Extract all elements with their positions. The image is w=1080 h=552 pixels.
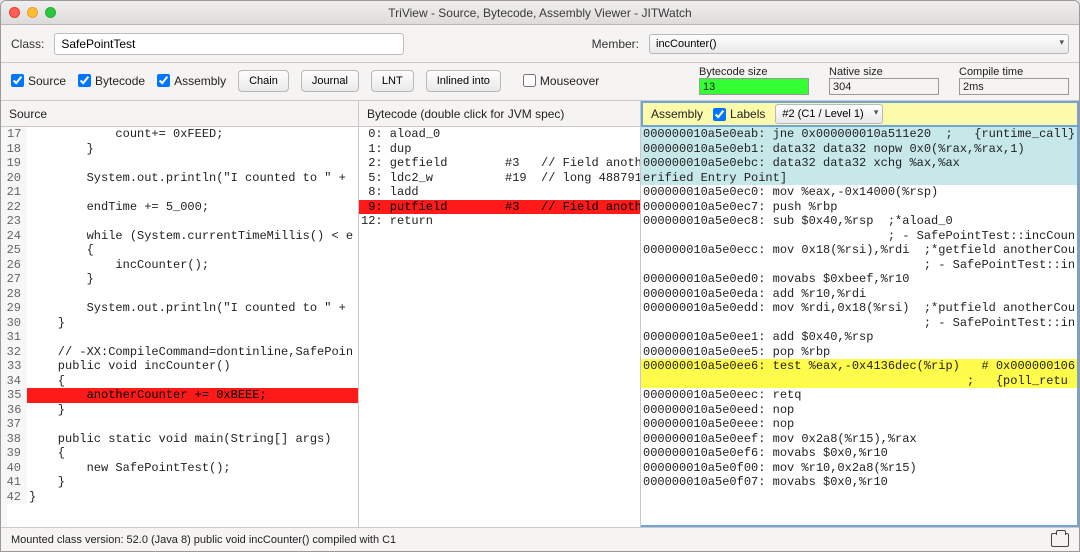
- code-line[interactable]: 000000010a5e0f07: movabs $0x0,%r10: [641, 475, 1077, 490]
- bytecode-size-label: Bytecode size: [699, 66, 809, 78]
- bytecode-checkbox[interactable]: Bytecode: [78, 74, 145, 88]
- source-pane-header: Source: [1, 101, 358, 127]
- code-line[interactable]: ; {poll_retu: [641, 374, 1077, 389]
- bytecode-size-value: 13: [699, 78, 809, 95]
- code-line[interactable]: 000000010a5e0ee6: test %eax,-0x4136dec(%…: [641, 359, 1077, 374]
- labels-checkbox[interactable]: Labels: [713, 107, 765, 121]
- code-line[interactable]: 000000010a5e0eda: add %r10,%rdi: [641, 287, 1077, 302]
- status-text: Mounted class version: 52.0 (Java 8) pub…: [11, 534, 396, 546]
- code-line[interactable]: 000000010a5e0ee1: add $0x40,%rsp: [641, 330, 1077, 345]
- class-label: Class:: [11, 37, 44, 51]
- code-line[interactable]: 36 }: [7, 403, 358, 418]
- code-line[interactable]: 12: return: [359, 214, 640, 229]
- code-line[interactable]: 25 {: [7, 243, 358, 258]
- code-line[interactable]: 000000010a5e0ef6: movabs $0x0,%r10: [641, 446, 1077, 461]
- code-line[interactable]: ; - SafePointTest::incCoun: [641, 229, 1077, 244]
- code-line[interactable]: 0: aload_0: [359, 127, 640, 142]
- code-line[interactable]: 32 // -XX:CompileCommand=dontinline,Safe…: [7, 345, 358, 360]
- code-line[interactable]: 24 while (System.currentTimeMillis() < e: [7, 229, 358, 244]
- code-line[interactable]: 9: putfield #3 // Field another: [359, 200, 640, 215]
- code-line[interactable]: 19: [7, 156, 358, 171]
- code-line[interactable]: 000000010a5e0eee: nop: [641, 417, 1077, 432]
- compile-time-label: Compile time: [959, 66, 1069, 78]
- compile-combo[interactable]: #2 (C1 / Level 1): [775, 104, 883, 124]
- assembly-view[interactable]: 000000010a5e0eab: jne 0x000000010a511e20…: [641, 127, 1079, 527]
- bytecode-pane-header: Bytecode (double click for JVM spec): [359, 101, 640, 127]
- code-line[interactable]: 000000010a5e0eec: retq: [641, 388, 1077, 403]
- code-line[interactable]: 40 new SafePointTest();: [7, 461, 358, 476]
- code-line[interactable]: 17 count+= 0xFEED;: [7, 127, 358, 142]
- bytecode-view[interactable]: 0: aload_0 1: dup 2: getfield #3 // Fiel…: [359, 127, 640, 527]
- code-line[interactable]: 23: [7, 214, 358, 229]
- native-size-value: 304: [829, 78, 939, 95]
- code-line[interactable]: ; - SafePointTest::in: [641, 316, 1077, 331]
- code-line[interactable]: 2: getfield #3 // Field another: [359, 156, 640, 171]
- code-line[interactable]: erified Entry Point]: [641, 171, 1077, 186]
- source-checkbox[interactable]: Source: [11, 74, 66, 88]
- code-line[interactable]: 000000010a5e0eb1: data32 data32 nopw 0x0…: [641, 142, 1077, 157]
- code-line[interactable]: 000000010a5e0f00: mov %r10,0x2a8(%r15): [641, 461, 1077, 476]
- code-line[interactable]: 33 public void incCounter(): [7, 359, 358, 374]
- code-line[interactable]: 000000010a5e0eed: nop: [641, 403, 1077, 418]
- class-input[interactable]: [54, 33, 404, 55]
- mouseover-checkbox[interactable]: Mouseover: [523, 74, 599, 88]
- code-line[interactable]: 000000010a5e0ebc: data32 data32 xchg %ax…: [641, 156, 1077, 171]
- assembly-label: Assembly: [651, 107, 703, 121]
- compile-time-value: 2ms: [959, 78, 1069, 95]
- code-line[interactable]: 38 public static void main(String[] args…: [7, 432, 358, 447]
- code-line[interactable]: 18 }: [7, 142, 358, 157]
- journal-button[interactable]: Journal: [301, 70, 359, 92]
- code-line[interactable]: 000000010a5e0eab: jne 0x000000010a511e20…: [641, 127, 1077, 142]
- code-line[interactable]: 20 System.out.println("I counted to " +: [7, 171, 358, 186]
- code-line[interactable]: 26 incCounter();: [7, 258, 358, 273]
- view-options-bar: Source Bytecode Assembly Chain Journal L…: [1, 63, 1079, 101]
- code-line[interactable]: 27 }: [7, 272, 358, 287]
- code-line[interactable]: 34 {: [7, 374, 358, 389]
- window-title: TriView - Source, Bytecode, Assembly Vie…: [1, 6, 1079, 20]
- code-line[interactable]: 000000010a5e0eef: mov 0x2a8(%r15),%rax: [641, 432, 1077, 447]
- code-line[interactable]: 37: [7, 417, 358, 432]
- code-line[interactable]: 000000010a5e0ee5: pop %rbp: [641, 345, 1077, 360]
- code-line[interactable]: 31: [7, 330, 358, 345]
- source-view[interactable]: 17 count+= 0xFEED;18 }1920 System.out.pr…: [1, 127, 358, 527]
- code-line[interactable]: 000000010a5e0edd: mov %rdi,0x18(%rsi) ;*…: [641, 301, 1077, 316]
- code-line[interactable]: 28: [7, 287, 358, 302]
- code-line[interactable]: 41 }: [7, 475, 358, 490]
- lnt-button[interactable]: LNT: [371, 70, 414, 92]
- camera-icon[interactable]: [1051, 533, 1069, 547]
- member-label: Member:: [592, 37, 639, 51]
- code-line[interactable]: 1: dup: [359, 142, 640, 157]
- code-line[interactable]: 39 {: [7, 446, 358, 461]
- code-line[interactable]: 000000010a5e0ec0: mov %eax,-0x14000(%rsp…: [641, 185, 1077, 200]
- member-combo[interactable]: incCounter(): [649, 34, 1069, 54]
- chain-button[interactable]: Chain: [238, 70, 289, 92]
- assembly-pane-header: Assembly Labels #2 (C1 / Level 1): [641, 101, 1079, 127]
- titlebar: TriView - Source, Bytecode, Assembly Vie…: [1, 1, 1079, 25]
- code-line[interactable]: 000000010a5e0ed0: movabs $0xbeef,%r10: [641, 272, 1077, 287]
- code-line[interactable]: 42}: [7, 490, 358, 505]
- code-line[interactable]: 21: [7, 185, 358, 200]
- code-line[interactable]: 8: ladd: [359, 185, 640, 200]
- inlined-button[interactable]: Inlined into: [426, 70, 501, 92]
- assembly-checkbox[interactable]: Assembly: [157, 74, 226, 88]
- code-line[interactable]: 22 endTime += 5_000;: [7, 200, 358, 215]
- class-member-bar: Class: Member: incCounter(): [1, 25, 1079, 63]
- code-line[interactable]: 5: ldc2_w #19 // long 488791: [359, 171, 640, 186]
- code-line[interactable]: ; - SafePointTest::in: [641, 258, 1077, 273]
- code-line[interactable]: 000000010a5e0ec8: sub $0x40,%rsp ;*aload…: [641, 214, 1077, 229]
- native-size-label: Native size: [829, 66, 939, 78]
- code-line[interactable]: 000000010a5e0ecc: mov 0x18(%rsi),%rdi ;*…: [641, 243, 1077, 258]
- code-line[interactable]: 30 }: [7, 316, 358, 331]
- status-bar: Mounted class version: 52.0 (Java 8) pub…: [1, 527, 1079, 551]
- code-line[interactable]: 29 System.out.println("I counted to " +: [7, 301, 358, 316]
- code-line[interactable]: 000000010a5e0ec7: push %rbp: [641, 200, 1077, 215]
- code-line[interactable]: 35 anotherCounter += 0xBEEE;: [7, 388, 358, 403]
